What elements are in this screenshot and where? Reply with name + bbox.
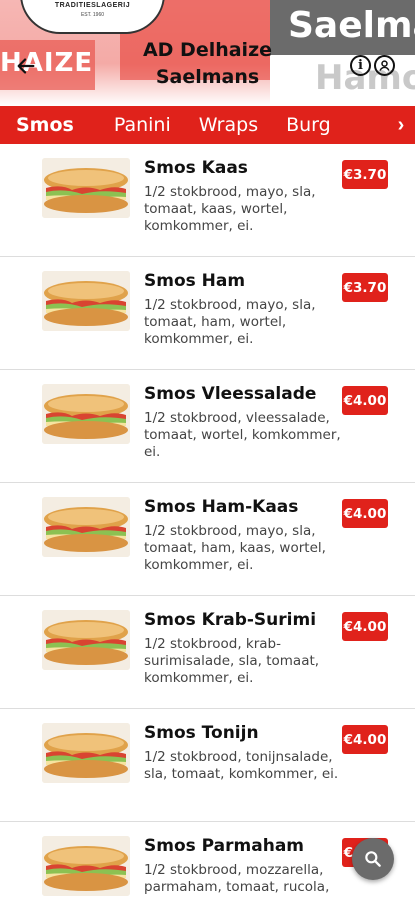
product-item[interactable]: Smos Kaas 1/2 stokbrood, mayo, sla, toma… [0, 144, 415, 257]
sandwich-illustration [42, 384, 130, 444]
sandwich-illustration [42, 610, 130, 670]
product-price[interactable]: €4.00 [342, 499, 388, 528]
product-name: Smos Parmaham [144, 836, 305, 856]
chevron-right-icon: › [397, 113, 405, 136]
store-title: AD Delhaize Saelmans [142, 39, 273, 88]
product-name: Smos Ham-Kaas [144, 497, 299, 517]
product-price[interactable]: €4.00 [342, 386, 388, 415]
sandwich-illustration [42, 836, 130, 896]
back-button[interactable] [12, 52, 40, 80]
product-item[interactable]: Smos Krab-Surimi 1/2 stokbrood, krab-sur… [0, 596, 415, 709]
brand-badge-sub: EST. 1960 [80, 12, 105, 18]
product-list: Smos Kaas 1/2 stokbrood, mayo, sla, toma… [0, 144, 415, 900]
product-image [42, 271, 130, 331]
product-image [42, 610, 130, 670]
product-image [42, 723, 130, 783]
product-price[interactable]: €4.00 [342, 725, 388, 754]
product-description: 1/2 stokbrood, mozzarella, parmaham, tom… [144, 862, 330, 895]
sandwich-illustration [42, 497, 130, 557]
product-name: Smos Vleessalade [144, 384, 317, 404]
tab-burgers[interactable]: Burg [272, 114, 331, 136]
app-header: HAIZE TRADITIESLAGERIJ EST. 1960 Saelma … [0, 0, 415, 106]
search-icon [365, 851, 381, 867]
product-image [42, 836, 130, 896]
product-description: 1/2 stokbrood, mayo, sla, tomaat, ham, k… [144, 523, 326, 573]
product-item[interactable]: Smos Ham-Kaas 1/2 stokbrood, mayo, sla, … [0, 483, 415, 596]
product-item[interactable]: Smos Tonijn 1/2 stokbrood, tonijnsalade,… [0, 709, 415, 822]
info-button[interactable]: i [350, 55, 371, 76]
header-bg-word: Saelma [288, 5, 415, 46]
tabs-scroll-right-button[interactable]: › [387, 106, 415, 144]
product-description: 1/2 stokbrood, vleessalade, tomaat, wort… [144, 410, 341, 460]
arrow-left-icon [17, 58, 35, 74]
product-description: 1/2 stokbrood, tonijnsalade, sla, tomaat… [144, 749, 339, 782]
product-image [42, 158, 130, 218]
user-icon [379, 60, 390, 71]
brand-badge-tag: TRADITIESLAGERIJ [54, 2, 131, 9]
tab-smos[interactable]: Smos [0, 114, 100, 136]
tab-panini[interactable]: Panini [100, 114, 185, 136]
product-name: Smos Tonijn [144, 723, 259, 743]
product-name: Smos Krab-Surimi [144, 610, 317, 630]
sandwich-illustration [42, 158, 130, 218]
product-image [42, 384, 130, 444]
category-tabs: Smos Panini Wraps Burg › [0, 106, 415, 144]
product-price[interactable]: €4.00 [342, 612, 388, 641]
product-description: 1/2 stokbrood, mayo, sla, tomaat, kaas, … [144, 184, 316, 234]
product-name: Smos Kaas [144, 158, 248, 178]
info-icon: i [358, 58, 363, 73]
product-item[interactable]: Smos Ham 1/2 stokbrood, mayo, sla, tomaa… [0, 257, 415, 370]
brand-badge: TRADITIESLAGERIJ EST. 1960 [20, 0, 165, 34]
tab-wraps[interactable]: Wraps [185, 114, 272, 136]
search-button[interactable] [352, 838, 394, 880]
product-item[interactable]: Smos Vleessalade 1/2 stokbrood, vleessal… [0, 370, 415, 483]
product-description: 1/2 stokbrood, krab-surimisalade, sla, t… [144, 636, 320, 686]
product-price[interactable]: €3.70 [342, 273, 388, 302]
profile-button[interactable] [374, 55, 395, 76]
product-name: Smos Ham [144, 271, 246, 291]
sandwich-illustration [42, 723, 130, 783]
sandwich-illustration [42, 271, 130, 331]
product-image [42, 497, 130, 557]
product-description: 1/2 stokbrood, mayo, sla, tomaat, ham, w… [144, 297, 316, 347]
product-price[interactable]: €3.70 [342, 160, 388, 189]
